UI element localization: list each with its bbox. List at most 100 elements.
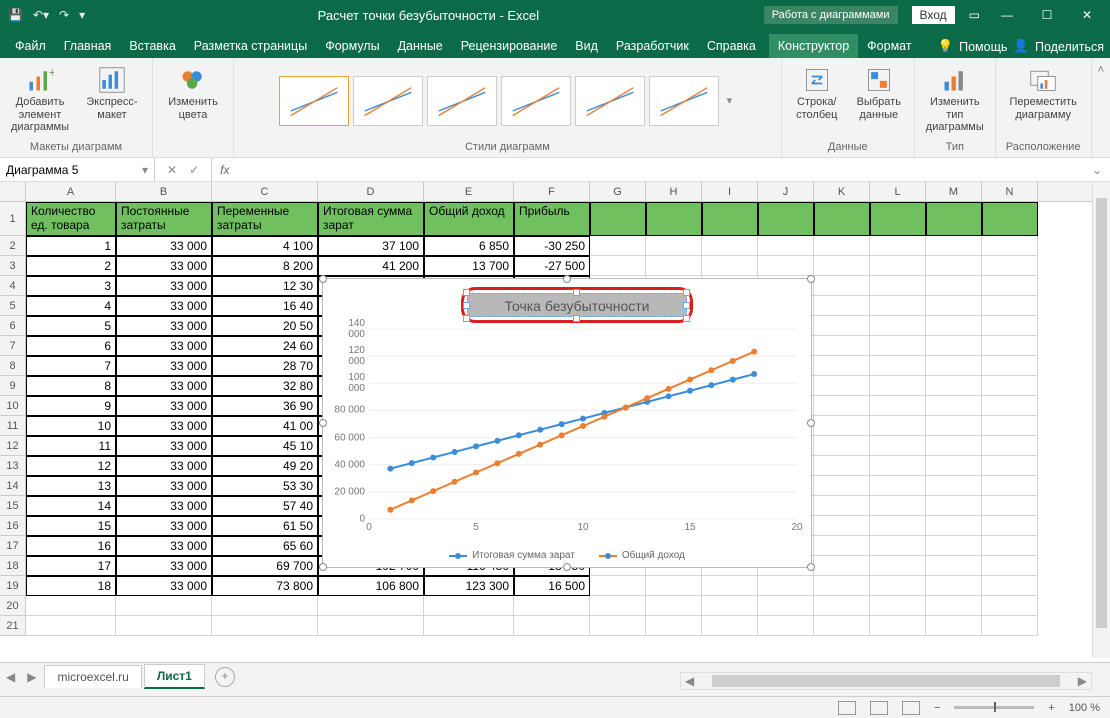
vertical-scrollbar[interactable] bbox=[1092, 182, 1110, 658]
cell[interactable] bbox=[982, 236, 1038, 256]
cell[interactable] bbox=[926, 496, 982, 516]
cell[interactable] bbox=[926, 336, 982, 356]
cell[interactable] bbox=[982, 496, 1038, 516]
col-header[interactable]: H bbox=[646, 182, 702, 201]
cell[interactable] bbox=[870, 476, 926, 496]
cell[interactable] bbox=[814, 436, 870, 456]
cell[interactable]: 33 000 bbox=[116, 376, 212, 396]
select-all-corner[interactable] bbox=[0, 182, 26, 201]
cell[interactable] bbox=[814, 202, 870, 236]
col-header[interactable]: F bbox=[514, 182, 590, 201]
cell[interactable] bbox=[982, 556, 1038, 576]
embedded-chart[interactable]: Точка безубыточности 020 00040 00060 000… bbox=[322, 278, 812, 568]
cell[interactable] bbox=[870, 202, 926, 236]
cell[interactable]: 16 bbox=[26, 536, 116, 556]
sheet-tab-2[interactable]: Лист1 bbox=[144, 664, 205, 689]
cell[interactable] bbox=[926, 396, 982, 416]
cell[interactable]: Переменные затраты bbox=[212, 202, 318, 236]
cell[interactable]: 11 bbox=[26, 436, 116, 456]
tab-review[interactable]: Рецензирование bbox=[452, 34, 567, 58]
change-chart-type-button[interactable]: Изменить тип диаграммы bbox=[925, 66, 985, 134]
cell[interactable] bbox=[870, 576, 926, 596]
cell[interactable]: 5 bbox=[26, 316, 116, 336]
cell[interactable] bbox=[982, 596, 1038, 616]
cell[interactable]: 33 000 bbox=[116, 516, 212, 536]
cell[interactable]: 33 000 bbox=[116, 276, 212, 296]
cell[interactable]: 33 000 bbox=[116, 456, 212, 476]
sheet-tab-1[interactable]: microexcel.ru bbox=[44, 665, 141, 688]
cell[interactable] bbox=[926, 236, 982, 256]
cell[interactable]: 33 000 bbox=[116, 496, 212, 516]
cell[interactable] bbox=[814, 396, 870, 416]
col-header[interactable]: M bbox=[926, 182, 982, 201]
cell[interactable] bbox=[982, 256, 1038, 276]
cell[interactable] bbox=[424, 596, 514, 616]
cell[interactable]: 12 bbox=[26, 456, 116, 476]
cell[interactable] bbox=[870, 416, 926, 436]
cell[interactable]: 12 30 bbox=[212, 276, 318, 296]
cell[interactable] bbox=[926, 476, 982, 496]
cell[interactable] bbox=[814, 376, 870, 396]
cell[interactable] bbox=[758, 202, 814, 236]
cell[interactable]: 2 bbox=[26, 256, 116, 276]
cell[interactable]: 18 bbox=[26, 576, 116, 596]
cell[interactable] bbox=[814, 576, 870, 596]
col-header[interactable]: J bbox=[758, 182, 814, 201]
cell[interactable]: Прибыль bbox=[514, 202, 590, 236]
cell[interactable] bbox=[646, 596, 702, 616]
cell[interactable] bbox=[590, 576, 646, 596]
tab-chart-design[interactable]: Конструктор bbox=[769, 34, 858, 58]
cell[interactable] bbox=[758, 616, 814, 636]
cell[interactable]: 41 00 bbox=[212, 416, 318, 436]
col-header[interactable]: A bbox=[26, 182, 116, 201]
col-header[interactable]: D bbox=[318, 182, 424, 201]
cell[interactable] bbox=[926, 202, 982, 236]
chart-style-tile[interactable] bbox=[427, 76, 497, 126]
cell[interactable] bbox=[590, 596, 646, 616]
cell[interactable] bbox=[870, 256, 926, 276]
chart-legend[interactable]: .lgline:nth-child(1)::after{background:#… bbox=[323, 550, 811, 561]
cell[interactable] bbox=[926, 596, 982, 616]
cell[interactable]: 8 200 bbox=[212, 256, 318, 276]
cell[interactable] bbox=[814, 456, 870, 476]
cell[interactable]: Итоговая сумма зарат bbox=[318, 202, 424, 236]
cell[interactable]: 15 bbox=[26, 516, 116, 536]
cell[interactable]: 33 000 bbox=[116, 396, 212, 416]
cell[interactable]: 16 40 bbox=[212, 296, 318, 316]
cell[interactable]: 33 000 bbox=[116, 336, 212, 356]
cell[interactable] bbox=[318, 596, 424, 616]
cell[interactable] bbox=[982, 202, 1038, 236]
cell[interactable] bbox=[870, 276, 926, 296]
cell[interactable] bbox=[814, 336, 870, 356]
cell[interactable] bbox=[116, 596, 212, 616]
normal-view-button[interactable] bbox=[838, 701, 856, 715]
cell[interactable] bbox=[590, 236, 646, 256]
cell[interactable] bbox=[982, 576, 1038, 596]
cell[interactable] bbox=[926, 576, 982, 596]
cell[interactable]: 73 800 bbox=[212, 576, 318, 596]
cell[interactable]: 123 300 bbox=[424, 576, 514, 596]
cell[interactable] bbox=[982, 396, 1038, 416]
cell[interactable] bbox=[814, 536, 870, 556]
cell[interactable] bbox=[814, 356, 870, 376]
chart-style-tile[interactable] bbox=[501, 76, 571, 126]
fx-icon[interactable]: fx bbox=[212, 163, 237, 177]
cell[interactable]: 65 60 bbox=[212, 536, 318, 556]
tab-data[interactable]: Данные bbox=[389, 34, 452, 58]
chart-title[interactable]: Точка безубыточности bbox=[467, 293, 687, 317]
cell[interactable] bbox=[702, 616, 758, 636]
share-link[interactable]: Поделиться bbox=[1035, 40, 1104, 54]
cell[interactable] bbox=[814, 236, 870, 256]
cell[interactable]: 10 bbox=[26, 416, 116, 436]
tab-chart-format[interactable]: Формат bbox=[858, 34, 920, 58]
cell[interactable]: 69 700 bbox=[212, 556, 318, 576]
page-layout-view-button[interactable] bbox=[870, 701, 888, 715]
cell[interactable] bbox=[982, 436, 1038, 456]
cell[interactable] bbox=[814, 556, 870, 576]
cell[interactable] bbox=[758, 596, 814, 616]
cell[interactable]: 33 000 bbox=[116, 256, 212, 276]
cell[interactable]: Количество ед. товара bbox=[26, 202, 116, 236]
add-sheet-button[interactable]: + bbox=[215, 667, 235, 687]
cell[interactable] bbox=[926, 456, 982, 476]
chart-style-tile[interactable] bbox=[649, 76, 719, 126]
